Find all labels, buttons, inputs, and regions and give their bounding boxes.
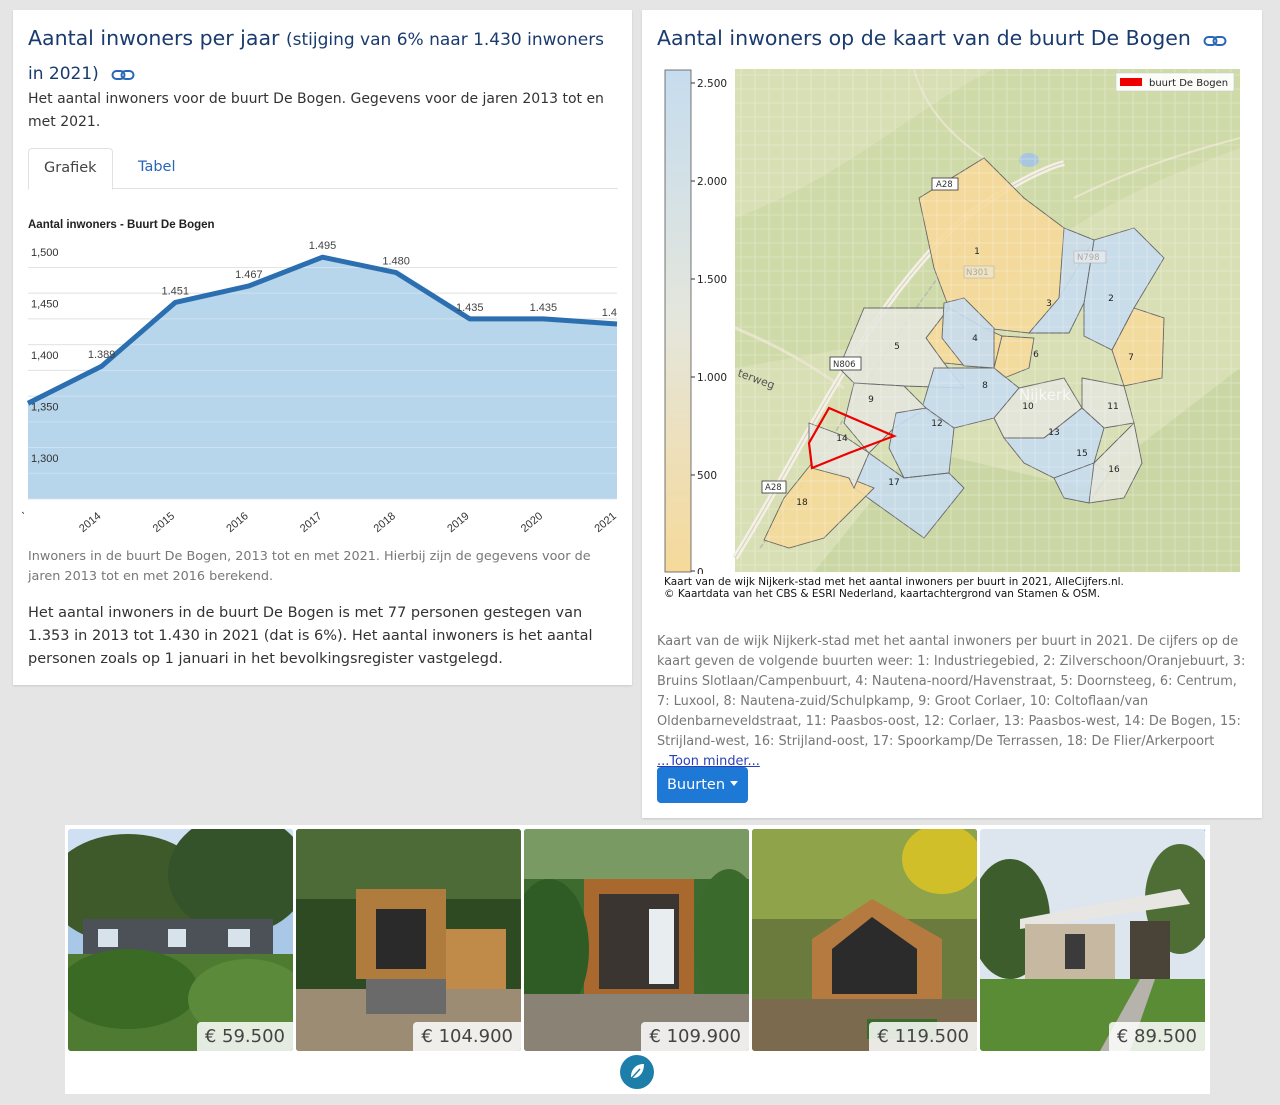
y-tick-label: 1,400 xyxy=(31,350,59,362)
y-tick-label: 1,450 xyxy=(31,298,59,310)
price-tag: € 109.900 xyxy=(641,1022,749,1051)
data-label: 1.495 xyxy=(309,240,337,252)
advertiser-logo[interactable] xyxy=(620,1055,654,1089)
section-title: Aantal inwoners per jaar (stijging van 6… xyxy=(28,22,618,91)
svg-text:N301: N301 xyxy=(966,268,989,278)
y-tick-label: 1,350 xyxy=(31,401,59,413)
population-chart: 1,500 1,450 1,400 1,350 1,300 1.389 1.451 1.467… xyxy=(21,240,619,535)
y-tick-label: 1,500 xyxy=(31,247,59,259)
price-tag: € 104.900 xyxy=(413,1022,521,1051)
tab-grafiek[interactable]: Grafiek xyxy=(28,148,113,190)
svg-text:3: 3 xyxy=(1046,299,1052,309)
ad-tile[interactable]: € 104.900 xyxy=(296,829,521,1051)
svg-text:16: 16 xyxy=(1108,465,1120,475)
chalet-photo-icon xyxy=(296,829,521,1051)
price-tag: € 119.500 xyxy=(869,1022,977,1051)
intro-text: Het aantal inwoners voor de buurt De Bog… xyxy=(28,91,604,130)
svg-text:15: 15 xyxy=(1076,449,1087,459)
svg-text:13: 13 xyxy=(1048,428,1059,438)
caret-down-icon xyxy=(730,781,739,786)
svg-text:2: 2 xyxy=(1108,294,1114,304)
chalet-photo-icon xyxy=(980,829,1205,1051)
buurten-dropdown-button[interactable]: Buurten xyxy=(657,767,748,803)
chart-caption: Inwoners in de buurt De Bogen, 2013 tot … xyxy=(28,549,591,584)
price-tag: € 59.500 xyxy=(196,1022,293,1051)
colorbar-label: 2.000 xyxy=(697,176,727,188)
svg-text:A28: A28 xyxy=(765,483,782,493)
map-description-text: Kaart van de wijk Nijkerk-stad met het a… xyxy=(657,634,1246,749)
link-icon[interactable] xyxy=(1203,25,1227,57)
svg-text:buurt De Bogen: buurt De Bogen xyxy=(1149,78,1228,89)
map-caption-line: © Kaartdata van het CBS & ESRI Nederland… xyxy=(664,588,1101,600)
data-label: 1.467 xyxy=(235,269,263,281)
price-tag: € 89.500 xyxy=(1108,1022,1205,1051)
chalet-photo-icon xyxy=(68,829,293,1051)
colorbar-label: 0 xyxy=(697,567,704,574)
svg-text:18: 18 xyxy=(796,498,808,508)
svg-text:A28: A28 xyxy=(936,180,953,190)
y-tick-label: 1,300 xyxy=(31,453,59,465)
colorbar-label: 1.000 xyxy=(697,372,727,384)
data-label: 1.435 xyxy=(530,302,558,314)
ad-tile[interactable]: € 109.900 xyxy=(524,829,749,1051)
data-label: 1.451 xyxy=(161,285,189,297)
svg-text:Nijkerk: Nijkerk xyxy=(1019,386,1071,404)
colorbar-label: 2.500 xyxy=(697,78,727,90)
map-caption: Kaart van de wijk Nijkerk-stad met het a… xyxy=(664,576,1124,600)
svg-text:1: 1 xyxy=(974,247,980,257)
colorbar-label: 1.500 xyxy=(697,274,727,286)
svg-text:N806: N806 xyxy=(833,360,856,370)
chart-tabs: Grafiek Tabel xyxy=(28,148,618,190)
summary-paragraph: Het aantal inwoners in de buurt De Bogen… xyxy=(28,605,593,667)
chalet-photo-icon xyxy=(752,829,977,1051)
link-icon[interactable] xyxy=(111,59,135,91)
ad-banner[interactable]: ▷ ✕ € 59.500 € 104.900 xyxy=(65,825,1210,1094)
ad-tile[interactable]: € 89.500 xyxy=(980,829,1205,1051)
map-section-title-text: Aantal inwoners op de kaart van de buurt… xyxy=(657,26,1191,50)
svg-text:17: 17 xyxy=(888,478,899,488)
x-tick-label: 2016 xyxy=(224,510,250,535)
chalet-photo-icon xyxy=(524,829,749,1051)
data-label: 1.389 xyxy=(88,349,116,361)
colorbar-label: 500 xyxy=(697,470,717,482)
svg-text:4: 4 xyxy=(972,334,978,344)
buurten-button-label: Buurten xyxy=(666,777,726,793)
population-card: Aantal inwoners per jaar (stijging van 6… xyxy=(13,10,632,685)
map-section-title: Aantal inwoners op de kaart van de buurt… xyxy=(657,22,1227,57)
svg-text:12: 12 xyxy=(931,419,942,429)
svg-text:N798: N798 xyxy=(1077,253,1100,263)
map-card: Aantal inwoners op de kaart van de buurt… xyxy=(642,10,1262,818)
svg-text:11: 11 xyxy=(1107,402,1118,412)
svg-text:14: 14 xyxy=(836,434,848,444)
svg-text:7: 7 xyxy=(1128,353,1134,363)
data-label: 1.435 xyxy=(456,302,484,314)
tab-tabel[interactable]: Tabel xyxy=(123,148,191,187)
x-tick-label: 2019 xyxy=(445,510,471,535)
map-description: Kaart van de wijk Nijkerk-stad met het a… xyxy=(657,632,1247,772)
leaf-icon xyxy=(629,1064,644,1081)
svg-text:6: 6 xyxy=(1033,350,1039,360)
x-tick-label: 2014 xyxy=(77,510,103,535)
svg-text:5: 5 xyxy=(894,342,900,352)
data-label: 1.480 xyxy=(382,256,410,268)
x-tick-label: 2017 xyxy=(298,510,324,535)
colorbar xyxy=(664,69,692,573)
chart-title: Aantal inwoners - Buurt De Bogen xyxy=(28,219,215,231)
section-title-text: Aantal inwoners per jaar xyxy=(28,26,280,50)
svg-text:9: 9 xyxy=(868,395,874,405)
x-tick-label: ' xyxy=(21,510,30,521)
x-tick-label: 2021 xyxy=(592,510,618,535)
ad-tile[interactable]: € 59.500 xyxy=(68,829,293,1051)
x-tick-label: 2015 xyxy=(151,510,177,535)
map-legend: buurt De Bogen xyxy=(1115,72,1235,92)
svg-text:8: 8 xyxy=(982,381,988,391)
x-tick-label: 2020 xyxy=(519,510,545,535)
data-label: 1.4 xyxy=(602,307,617,319)
map-caption-line: Kaart van de wijk Nijkerk-stad met het a… xyxy=(664,576,1124,588)
ad-tile[interactable]: € 119.500 xyxy=(752,829,977,1051)
neighbourhood-map: 2.500 2.000 1.500 1.000 500 0 1 2 3 4 5 … xyxy=(664,68,1241,608)
x-tick-label: 2018 xyxy=(372,510,398,535)
